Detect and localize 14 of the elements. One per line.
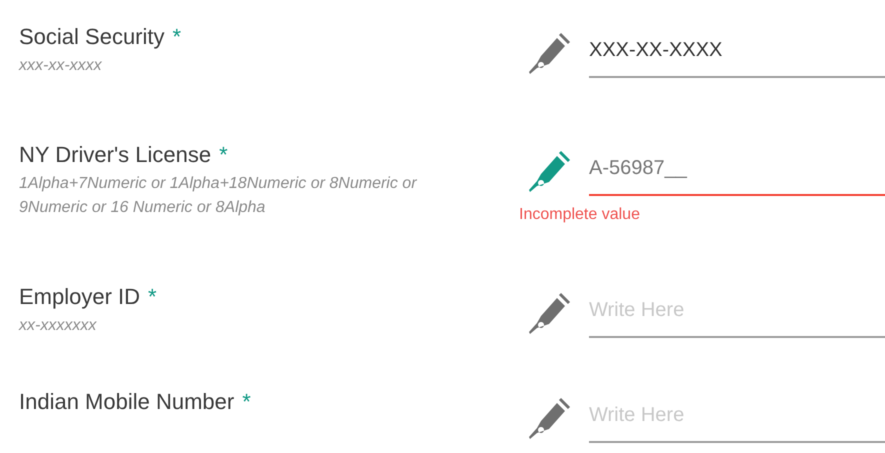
format-hint: xxx-xx-xxxx — [19, 56, 103, 76]
field-label: Indian Mobile Number — [19, 389, 234, 415]
error-message: Incomplete value — [519, 206, 641, 224]
required-mark: * — [148, 284, 157, 310]
required-mark: * — [242, 389, 251, 415]
field-label: Social Security — [19, 24, 165, 50]
text-input[interactable]: A-56987__ — [589, 145, 885, 196]
required-mark: * — [172, 24, 182, 50]
format-hint: 1Alpha+7Numeric or 1Alpha+18Numeric or 8Numeric or 9Numeric or 16 Numeric or 8Alpha — [19, 174, 418, 218]
text-input[interactable]: XXX-XX-XXXX — [589, 27, 885, 78]
required-mark: * — [219, 142, 228, 168]
field-label: Employer ID — [19, 284, 140, 310]
field-label: NY Driver's License — [19, 142, 212, 168]
format-hint: xx-xxxxxxx — [19, 316, 98, 336]
